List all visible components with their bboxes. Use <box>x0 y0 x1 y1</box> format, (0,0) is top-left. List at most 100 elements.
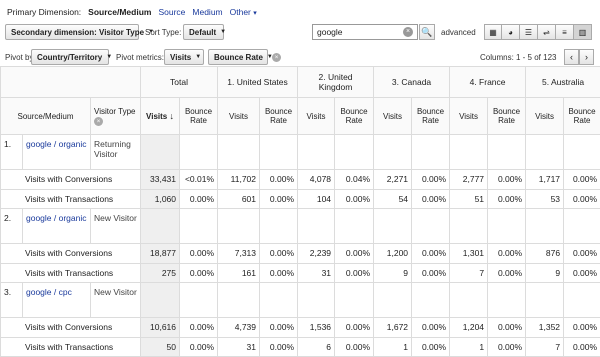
table-view-icon[interactable]: ▦ <box>484 24 502 40</box>
col-bounce-rate[interactable]: Bounce Rate <box>260 98 298 135</box>
empty-cell <box>260 209 298 244</box>
bounce-rate-cell: 0.00% <box>564 170 600 190</box>
col-visits[interactable]: Visits <box>374 98 412 135</box>
dimension-link-other-label: Other <box>230 7 251 17</box>
comparison-view-icon[interactable]: ⇌ <box>538 24 556 40</box>
empty-cell <box>260 283 298 318</box>
pivot-metrics-label: Pivot metrics: <box>116 53 164 62</box>
pivot-by-value: Country/Territory <box>37 53 102 62</box>
visits-cell: 7 <box>450 263 488 283</box>
bounce-rate-cell: 0.00% <box>564 244 600 264</box>
total-bounce-cell: <0.01% <box>180 170 218 190</box>
header-country[interactable]: 5. Australia <box>526 67 600 98</box>
empty-cell <box>412 209 450 244</box>
term-cloud-icon[interactable]: ≡ <box>556 24 574 40</box>
total-cell <box>141 209 180 244</box>
empty-cell <box>412 283 450 318</box>
pivot-metric-1-dropdown[interactable]: Visits▼ <box>164 49 204 65</box>
empty-cell <box>218 209 260 244</box>
empty-cell <box>450 209 488 244</box>
source-medium-link[interactable]: google / cpc <box>26 287 72 297</box>
col-bounce-rate[interactable]: Bounce Rate <box>412 98 450 135</box>
col-bounce-rate[interactable]: Bounce Rate <box>564 98 600 135</box>
visits-cell: 31 <box>298 263 335 283</box>
search-button[interactable]: 🔍 <box>419 24 435 40</box>
group-row: 1.google / organicReturning Visitor <box>1 135 600 170</box>
empty-cell <box>526 135 564 170</box>
pivot-by-dropdown[interactable]: Country/Territory▼ <box>31 49 109 65</box>
total-visits-cell: 1,060 <box>141 189 180 209</box>
table-row: Visits with Transactions2750.00%1610.00%… <box>1 263 600 283</box>
visits-cell: 4,078 <box>298 170 335 190</box>
empty-cell <box>526 283 564 318</box>
header-spacer <box>1 67 141 98</box>
col-bounce-rate[interactable]: Bounce Rate <box>488 98 526 135</box>
pivot-view-icon[interactable]: ▥ <box>574 24 592 40</box>
empty-cell <box>180 135 218 170</box>
total-bounce-cell: 0.00% <box>180 337 218 357</box>
source-medium-link[interactable]: google / organic <box>26 139 87 149</box>
source-medium-link[interactable]: google / organic <box>26 213 87 223</box>
visits-cell: 601 <box>218 189 260 209</box>
dimension-link-source[interactable]: Source <box>158 7 185 17</box>
next-columns-button[interactable]: › <box>579 49 594 65</box>
pivot-metric-2-value: Bounce Rate <box>214 53 263 62</box>
remove-metric-icon[interactable]: × <box>272 53 281 62</box>
col-visits-sorted[interactable]: Visits ↓ <box>141 98 180 135</box>
prev-columns-button[interactable]: ‹ <box>564 49 579 65</box>
search-input[interactable]: google × <box>312 24 418 40</box>
secondary-dimension-dropdown[interactable]: Secondary dimension: Visitor Type▼ <box>5 24 139 40</box>
row-index: 2. <box>1 209 23 244</box>
visits-cell: 7 <box>526 337 564 357</box>
bounce-rate-cell: 0.00% <box>335 263 374 283</box>
remove-dimension-icon[interactable]: × <box>94 117 103 126</box>
visits-cell: 1,200 <box>374 244 412 264</box>
empty-cell <box>218 283 260 318</box>
empty-cell <box>335 209 374 244</box>
total-visits-cell: 18,877 <box>141 244 180 264</box>
table-row: Visits with Transactions1,0600.00%6010.0… <box>1 189 600 209</box>
total-visits-cell: 33,431 <box>141 170 180 190</box>
header-country[interactable]: 1. United States <box>218 67 298 98</box>
bounce-rate-cell: 0.00% <box>412 170 450 190</box>
sort-type-dropdown[interactable]: Default▼ <box>183 24 224 40</box>
group-row: 2.google / organic New Visitor <box>1 209 600 244</box>
bounce-rate-cell: 0.00% <box>260 318 298 338</box>
visitor-type-cell: New Visitor <box>91 209 141 244</box>
col-bounce-rate[interactable]: Bounce Rate <box>180 98 218 135</box>
dimension-link-medium[interactable]: Medium <box>192 7 222 17</box>
bounce-rate-cell: 0.00% <box>335 337 374 357</box>
clear-search-icon[interactable]: × <box>403 27 413 37</box>
segment-label: Visits with Transactions <box>1 189 141 209</box>
empty-cell <box>335 283 374 318</box>
col-bounce-rate[interactable]: Bounce Rate <box>335 98 374 135</box>
col-visits[interactable]: Visits <box>450 98 488 135</box>
bounce-rate-cell: 0.00% <box>488 318 526 338</box>
pivot-metric-2-dropdown[interactable]: Bounce Rate▼ <box>208 49 268 65</box>
columns-label: Columns: <box>480 53 514 62</box>
visits-cell: 6 <box>298 337 335 357</box>
col-visitor-type[interactable]: Visitor Type × <box>91 98 141 135</box>
search-icon: 🔍 <box>421 27 432 38</box>
col-visits[interactable]: Visits <box>526 98 564 135</box>
header-country[interactable]: 3. Canada <box>374 67 450 98</box>
visits-cell: 9 <box>526 263 564 283</box>
empty-cell <box>450 135 488 170</box>
visits-cell: 1,536 <box>298 318 335 338</box>
performance-view-icon[interactable]: ☰ <box>520 24 538 40</box>
bounce-rate-cell: 0.00% <box>335 189 374 209</box>
chevron-down-icon: ▼ <box>220 29 226 35</box>
chevron-right-icon: › <box>585 52 588 62</box>
header-country[interactable]: 2. United Kingdom <box>298 67 374 98</box>
col-visits[interactable]: Visits <box>218 98 260 135</box>
col-source-medium[interactable]: Source/Medium <box>1 98 91 135</box>
advanced-link[interactable]: advanced <box>441 28 476 37</box>
dimension-link-other[interactable]: Other ▾ <box>230 7 257 17</box>
empty-cell <box>298 283 335 318</box>
col-visits[interactable]: Visits <box>298 98 335 135</box>
empty-cell <box>564 209 600 244</box>
sort-down-icon: ↓ <box>169 111 174 121</box>
header-country[interactable]: 4. France <box>450 67 526 98</box>
visits-cell: 1 <box>374 337 412 357</box>
pie-view-icon[interactable]: ◕ <box>502 24 520 40</box>
